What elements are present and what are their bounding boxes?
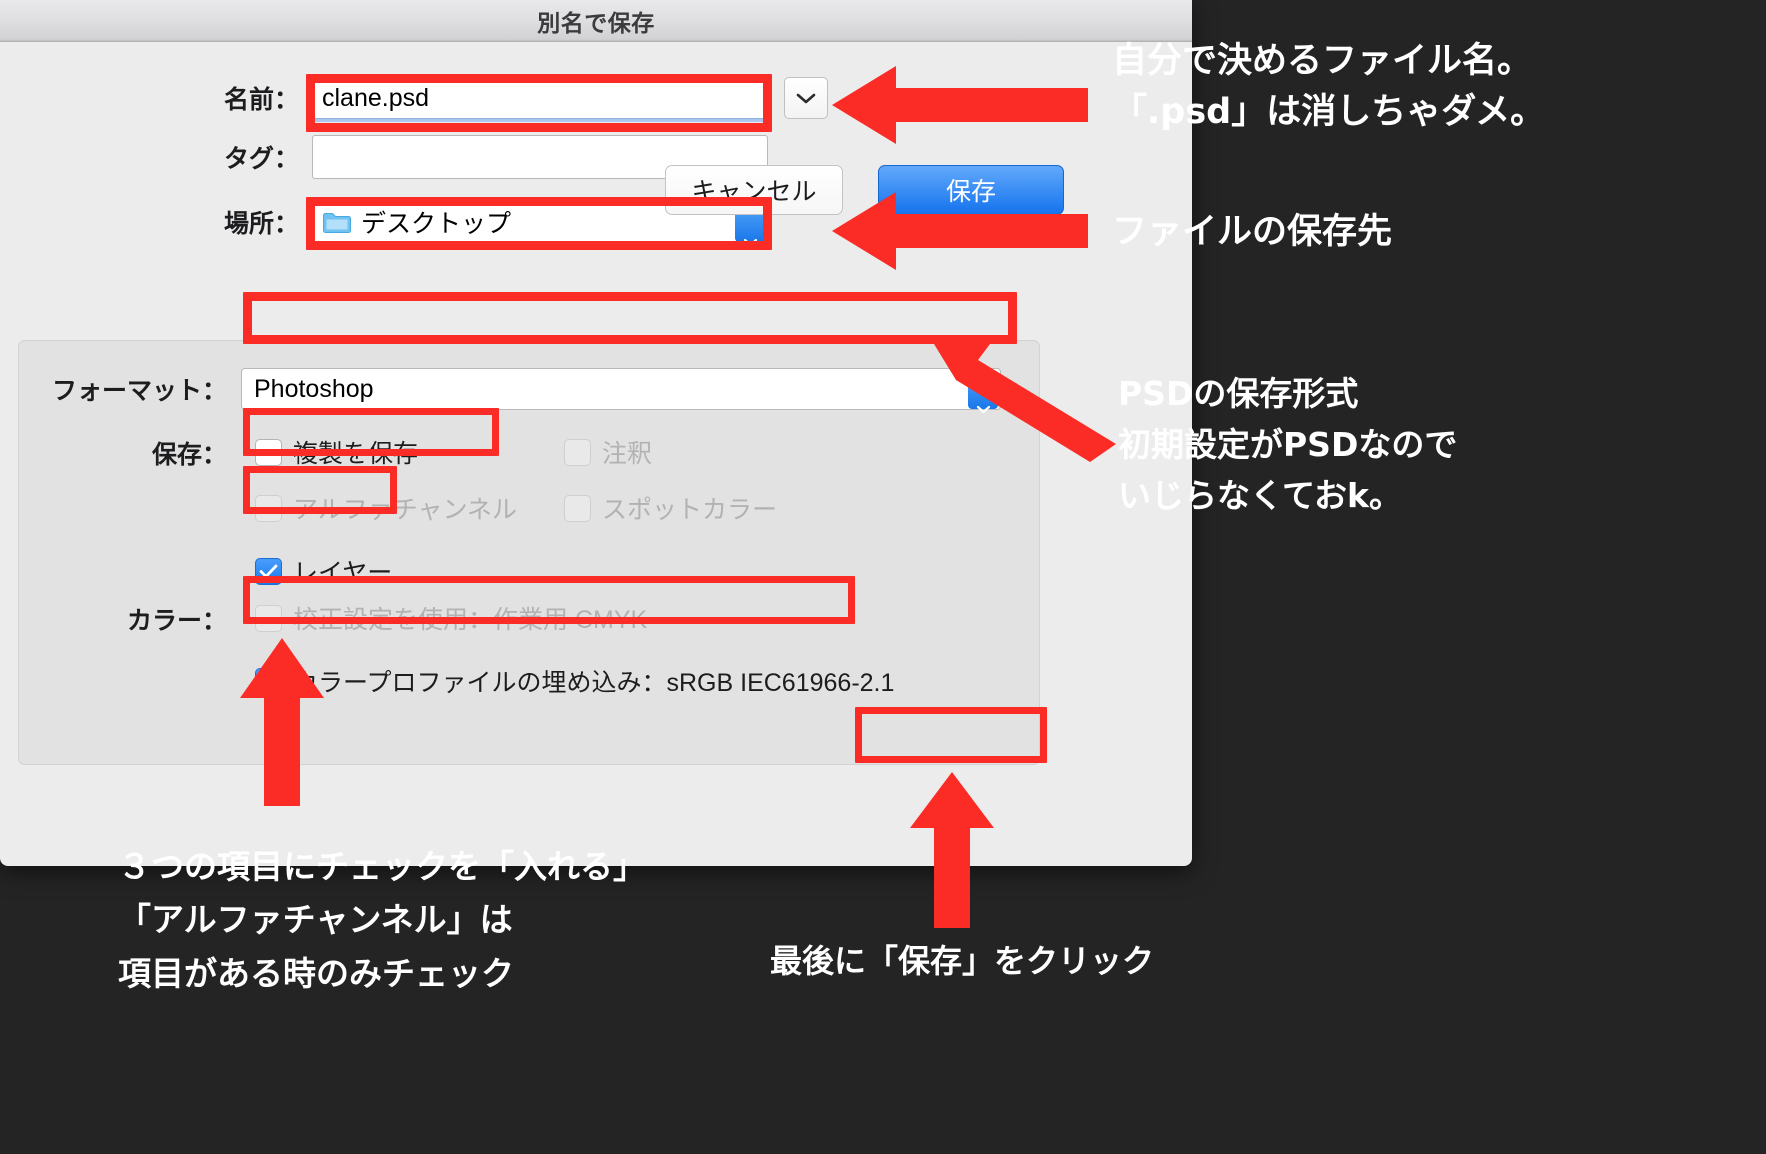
checkbox-label: スポットカラー — [602, 496, 778, 524]
checkbox-label: 校正設定を使用：作業用 CMYK — [293, 606, 648, 634]
checkbox-label: アルファチャンネル — [293, 496, 518, 524]
checkbox-checked-icon — [255, 557, 282, 585]
annotation-filename-note: 自分で決めるファイル名。 「.psd」は消しちゃダメ。 — [1112, 41, 1546, 132]
checkbox-label: 複製を保存 — [293, 440, 419, 468]
format-popup-button[interactable]: Photoshop — [241, 368, 1001, 414]
checkbox-box-icon — [255, 494, 282, 522]
format-row: フォーマット： Photoshop — [19, 341, 1039, 414]
arrow-to-location — [832, 192, 1088, 270]
cancel-button[interactable]: キャンセル — [665, 165, 843, 215]
annotation-location-note: ファイルの保存先 — [1112, 212, 1393, 252]
save-group-label: 保存： — [151, 441, 227, 469]
arrow-to-embed-profile — [240, 638, 324, 806]
arrow-to-save-button — [910, 772, 994, 928]
checkbox-box-icon — [564, 494, 591, 522]
format-value: Photoshop — [254, 374, 374, 403]
checkbox-layers[interactable]: レイヤー — [255, 553, 392, 589]
checkbox-spot-colors[interactable]: スポットカラー — [564, 490, 777, 526]
checkbox-box-icon — [255, 604, 282, 632]
annotation-format-note: PSDの保存形式 初期設定がPSDなので いじらなくておk。 — [1118, 374, 1458, 516]
checkbox-use-proof-setup[interactable]: 校正設定を使用：作業用 CMYK — [255, 600, 647, 636]
checkbox-box-icon — [564, 438, 591, 466]
checkbox-label: 注釈 — [602, 440, 653, 468]
dialog-titlebar: 別名で保存 — [0, 0, 1192, 42]
arrow-to-filename — [832, 66, 1088, 144]
checkbox-save-as-copy[interactable]: 複製を保存 — [255, 434, 418, 470]
chevron-down-icon — [796, 92, 816, 105]
arrow-to-format — [934, 336, 1116, 462]
screenshot-root: 別名で保存 名前： clane.psd タグ： 場所： デスクトップ フォーマッ… — [0, 0, 1766, 1154]
format-label: フォーマット： — [51, 377, 227, 405]
name-label: 名前： — [223, 86, 299, 114]
color-group-label: カラー： — [126, 607, 227, 635]
checkbox-label: レイヤー — [293, 559, 393, 587]
expand-chevron-down-button[interactable] — [784, 77, 828, 119]
filename-input[interactable]: clane.psd — [312, 77, 768, 119]
annotation-checkboxes-note: ３つの項目にチェックを「入れる」 「アルファチャンネル」は 項目がある時のみチェ… — [118, 847, 646, 993]
chevron-down-icon — [743, 225, 758, 254]
checkbox-box-icon — [255, 438, 282, 466]
annotation-save-click-note: 最後に「保存」をクリック — [770, 942, 1155, 980]
checkbox-embed-color-profile[interactable]: カラープロファイルの埋め込み：sRGB IEC61966-2.1 — [255, 663, 894, 699]
checkbox-label: カラープロファイルの埋め込み：sRGB IEC61966-2.1 — [293, 669, 895, 697]
dialog-title: 別名で保存 — [537, 9, 655, 36]
checkbox-alpha-channels[interactable]: アルファチャンネル — [255, 490, 517, 526]
save-options-group: フォーマット： Photoshop 保存： 複製を保存 注釈 アルファチャンネル… — [18, 340, 1040, 765]
checkbox-annotations[interactable]: 注釈 — [564, 434, 652, 470]
